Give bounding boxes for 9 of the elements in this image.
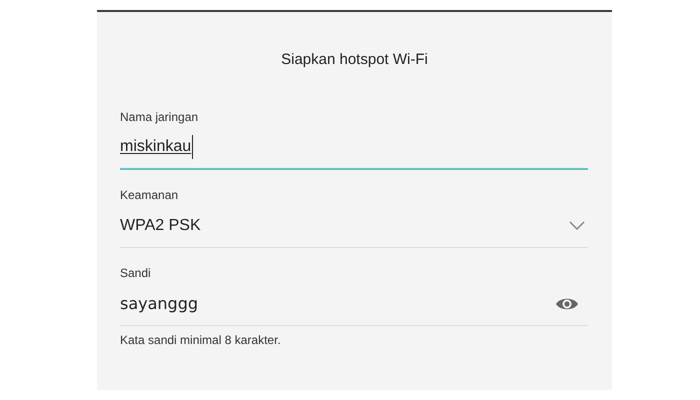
input-field[interactable]: miskinkau <box>120 126 588 170</box>
field-label: Keamanan <box>120 187 180 204</box>
hint-text: Kata sandi minimal 8 karakter. <box>120 332 282 349</box>
chevron-down-icon <box>569 220 585 230</box>
security-dropdown[interactable]: WPA2 PSK <box>120 204 588 248</box>
password-field[interactable]: sayanggg <box>120 282 588 326</box>
field-label: Sandi <box>120 265 152 282</box>
dialog-title: Siapkan hotspot Wi-Fi <box>281 50 428 70</box>
field-label: Nama jaringan <box>120 109 200 126</box>
